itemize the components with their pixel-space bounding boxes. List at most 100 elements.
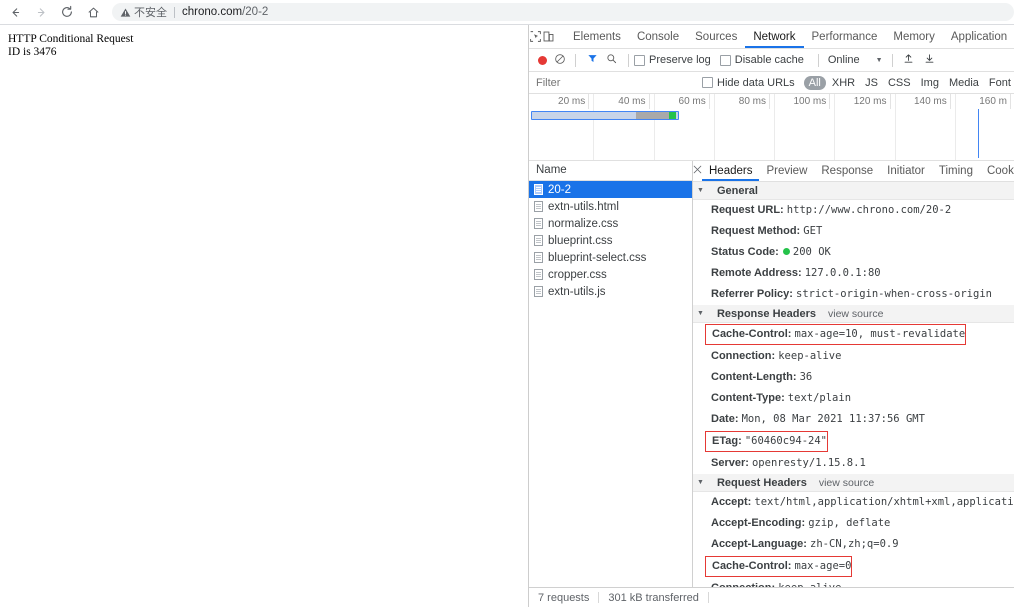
timeline-tick: 100 ms [770, 94, 830, 109]
header-row[interactable]: Request Method: GET [693, 222, 1014, 241]
view-source-link[interactable]: view source [828, 308, 883, 320]
request-row[interactable]: blueprint-select.css [529, 249, 692, 266]
header-name: Content-Length: [711, 371, 797, 383]
resource-type-filters: AllXHRJSCSSImgMediaFontDocWSMani [804, 76, 1014, 90]
request-details-pane: HeadersPreviewResponseInitiatorTimingCoo… [693, 161, 1014, 587]
waterfall-stalled-segment [636, 112, 669, 119]
tab-console[interactable]: Console [629, 26, 687, 48]
home-icon [87, 6, 100, 19]
header-row-wrapper: Content-Type: text/plain [693, 388, 1014, 409]
type-filter-font[interactable]: Font [985, 77, 1014, 89]
hide-data-urls-checkbox[interactable]: Hide data URLs [702, 77, 795, 89]
request-row[interactable]: extn-utils.js [529, 283, 692, 300]
type-filter-xhr[interactable]: XHR [828, 77, 859, 89]
type-filter-all[interactable]: All [804, 76, 826, 90]
devtools-panel: ElementsConsoleSourcesNetworkPerformance… [528, 25, 1014, 607]
view-source-link[interactable]: view source [819, 477, 874, 489]
page-body-text: HTTP Conditional Request ID is 3476 [8, 33, 519, 59]
close-icon [693, 165, 702, 174]
timeline-tick: 120 ms [830, 94, 890, 109]
forward-button[interactable] [30, 1, 52, 23]
export-har-button[interactable] [924, 53, 935, 67]
search-button[interactable] [606, 53, 617, 67]
request-list-column-header[interactable]: Name [529, 161, 692, 181]
details-tab-initiator[interactable]: Initiator [880, 162, 932, 181]
section-header[interactable]: ▼Request Headersview source [693, 474, 1014, 492]
tab-sources[interactable]: Sources [687, 26, 745, 48]
filter-button[interactable] [587, 53, 598, 67]
request-name: blueprint-select.css [548, 252, 646, 264]
header-row[interactable]: Accept-Language: zh-CN,zh;q=0.9 [693, 535, 1014, 554]
throttling-select[interactable]: Online ▼ [828, 54, 883, 66]
controls-divider-4 [892, 54, 893, 67]
tab-memory[interactable]: Memory [885, 26, 943, 48]
timeline-tick: 160 m [951, 94, 1011, 109]
header-row[interactable]: Content-Type: text/plain [693, 389, 1014, 408]
header-row[interactable]: Referrer Policy: strict-origin-when-cros… [693, 285, 1014, 304]
request-name: 20-2 [548, 184, 571, 196]
request-name: extn-utils.js [548, 286, 606, 298]
type-filter-media[interactable]: Media [945, 77, 983, 89]
omnibox-url: chrono.com/20-2 [182, 6, 268, 18]
type-filter-js[interactable]: JS [861, 77, 882, 89]
request-row[interactable]: 20-2 [529, 181, 692, 198]
header-row[interactable]: ETag: "60460c94-24" [705, 431, 828, 452]
type-filter-img[interactable]: Img [917, 77, 943, 89]
network-filterbar: Hide data URLs AllXHRJSCSSImgMediaFontDo… [529, 72, 1014, 94]
disable-cache-checkbox[interactable]: Disable cache [720, 54, 804, 66]
dom-content-loaded-marker [978, 109, 979, 158]
network-split-view: Name 20-2extn-utils.htmlnormalize.cssblu… [529, 161, 1014, 587]
header-row-wrapper: Connection: keep-alive [693, 578, 1014, 587]
device-toolbar-button[interactable] [542, 26, 555, 48]
device-toolbar-icon [542, 30, 555, 43]
header-row[interactable]: Status Code: 200 OK [693, 243, 1014, 262]
header-row[interactable]: Cache-Control: max-age=0 [705, 556, 852, 577]
header-row[interactable]: Request URL: http://www.chrono.com/20-2 [693, 201, 1014, 220]
request-row[interactable]: normalize.css [529, 215, 692, 232]
header-row[interactable]: Connection: keep-alive [693, 579, 1014, 587]
request-row[interactable]: blueprint.css [529, 232, 692, 249]
back-button[interactable] [4, 1, 26, 23]
address-bar[interactable]: 不安全 chrono.com/20-2 [112, 3, 1014, 21]
header-row[interactable]: Date: Mon, 08 Mar 2021 11:37:56 GMT [693, 410, 1014, 429]
home-button[interactable] [82, 1, 104, 23]
details-tab-headers[interactable]: Headers [702, 162, 759, 181]
details-tab-timing[interactable]: Timing [932, 162, 980, 181]
details-tab-response[interactable]: Response [814, 162, 880, 181]
waterfall-bar [531, 111, 679, 120]
network-timeline-overview[interactable]: 20 ms40 ms60 ms80 ms100 ms120 ms140 ms16… [529, 94, 1014, 161]
section-header[interactable]: ▼General [693, 182, 1014, 200]
request-row[interactable]: extn-utils.html [529, 198, 692, 215]
details-tab-cookies[interactable]: Cookies [980, 162, 1014, 181]
record-button[interactable] [538, 56, 547, 65]
timeline-gridline [593, 94, 594, 160]
tab-elements[interactable]: Elements [565, 26, 629, 48]
import-har-button[interactable] [903, 53, 914, 67]
header-row[interactable]: Content-Length: 36 [693, 368, 1014, 387]
security-status[interactable]: 不安全 [120, 4, 167, 20]
header-row[interactable]: Accept: text/html,application/xhtml+xml,… [693, 493, 1014, 512]
document-icon [534, 252, 543, 263]
header-name: Remote Address: [711, 267, 802, 279]
type-filter-css[interactable]: CSS [884, 77, 915, 89]
header-value: Mon, 08 Mar 2021 11:37:56 GMT [742, 413, 925, 425]
request-row[interactable]: cropper.css [529, 266, 692, 283]
header-row[interactable]: Server: openresty/1.15.8.1 [693, 454, 1014, 473]
header-row[interactable]: Cache-Control: max-age=10, must-revalida… [705, 324, 966, 345]
tab-performance[interactable]: Performance [804, 26, 886, 48]
timeline-gridline [714, 94, 715, 160]
details-tab-preview[interactable]: Preview [759, 162, 814, 181]
header-row[interactable]: Connection: keep-alive [693, 347, 1014, 366]
reload-button[interactable] [56, 1, 78, 23]
clear-button[interactable] [554, 53, 566, 68]
tab-application[interactable]: Application [943, 26, 1014, 48]
filter-input[interactable] [534, 76, 680, 90]
section-header[interactable]: ▼Response Headersview source [693, 305, 1014, 323]
close-details-button[interactable] [693, 165, 702, 177]
tab-network[interactable]: Network [745, 26, 803, 48]
header-row[interactable]: Remote Address: 127.0.0.1:80 [693, 264, 1014, 283]
preserve-log-checkbox[interactable]: Preserve log [634, 54, 711, 66]
header-row[interactable]: Accept-Encoding: gzip, deflate [693, 514, 1014, 533]
inspect-element-button[interactable] [529, 26, 542, 48]
status-ok-dot-icon [783, 248, 790, 255]
